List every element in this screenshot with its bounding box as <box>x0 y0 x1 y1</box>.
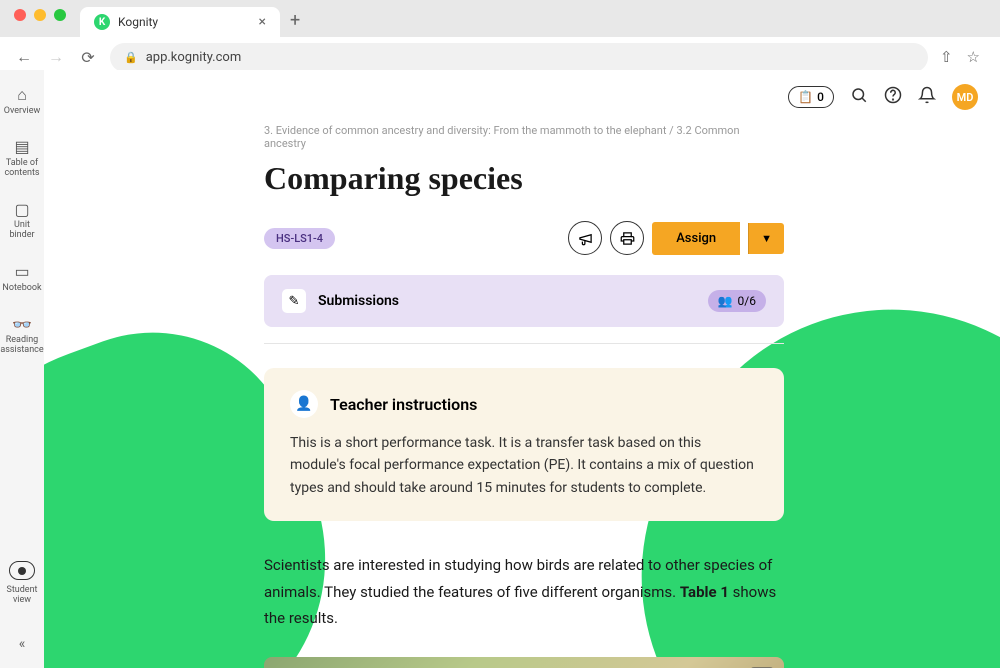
bell-icon[interactable] <box>918 86 936 109</box>
content-image: ⤢ <box>264 657 784 668</box>
bookmark-icon[interactable]: ☆ <box>967 48 980 66</box>
sidebar-label: Table of contents <box>4 159 39 179</box>
submissions-count-badge: 👥 0/6 <box>708 290 766 312</box>
print-icon <box>620 231 635 246</box>
body-text-bold: Table 1 <box>680 583 729 601</box>
sidebar-item-overview[interactable]: ⌂ Overview <box>4 86 40 116</box>
app-area: ⌂ Overview ▤ Table of contents ▢ Unit bi… <box>0 70 1000 668</box>
standard-tag[interactable]: HS-LS1-4 <box>264 228 335 249</box>
browser-chrome: K Kognity × + ← → ⟳ 🔒 app.kognity.com ⇧ … <box>0 0 1000 70</box>
tag-row: HS-LS1-4 Assign ▼ <box>264 221 784 255</box>
address-actions: ⇧ ☆ <box>940 48 986 66</box>
collapse-sidebar-button[interactable]: « <box>19 636 26 652</box>
close-window-button[interactable] <box>14 9 26 21</box>
url-input[interactable]: 🔒 app.kognity.com <box>110 43 928 72</box>
sidebar: ⌂ Overview ▤ Table of contents ▢ Unit bi… <box>0 70 44 668</box>
people-icon: 👥 <box>718 294 733 308</box>
glasses-icon: 👓 <box>12 316 32 334</box>
home-icon: ⌂ <box>17 86 27 104</box>
cart-count: 0 <box>817 90 824 104</box>
share-icon[interactable]: ⇧ <box>940 48 953 66</box>
edit-icon: ✎ <box>282 289 306 313</box>
reload-button[interactable]: ⟳ <box>78 48 98 67</box>
sidebar-label: Overview <box>4 107 40 117</box>
submissions-count: 0/6 <box>738 294 756 308</box>
tab-bar: K Kognity × + <box>0 7 1000 37</box>
forward-button[interactable]: → <box>46 47 66 67</box>
submissions-label: Submissions <box>318 293 399 309</box>
search-icon[interactable] <box>850 86 868 109</box>
sidebar-label: Student view <box>6 586 37 606</box>
assign-button[interactable]: Assign <box>652 222 740 255</box>
url-text: app.kognity.com <box>146 50 242 65</box>
list-icon: ▤ <box>14 138 29 156</box>
assign-dropdown-button[interactable]: ▼ <box>748 223 784 254</box>
help-icon[interactable] <box>884 86 902 109</box>
body-paragraph: Scientists are interested in studying ho… <box>264 553 784 633</box>
toggle-icon <box>9 561 35 580</box>
megaphone-icon <box>578 231 593 246</box>
instructions-box: 👤 Teacher instructions This is a short p… <box>264 368 784 521</box>
sidebar-student-view[interactable]: Student view <box>6 561 37 606</box>
announce-button[interactable] <box>568 221 602 255</box>
sidebar-label: Reading assistance <box>0 336 43 356</box>
avatar-initials: MD <box>957 91 974 104</box>
maximize-window-button[interactable] <box>54 9 66 21</box>
teacher-icon: 👤 <box>290 390 318 418</box>
print-button[interactable] <box>610 221 644 255</box>
tab-favicon: K <box>94 14 110 30</box>
sidebar-label: Unit binder <box>9 221 34 241</box>
browser-tab[interactable]: K Kognity × <box>80 7 280 37</box>
page-title: Comparing species <box>264 160 784 197</box>
divider <box>264 343 784 344</box>
clipboard-icon: 📋 <box>798 90 813 104</box>
new-tab-button[interactable]: + <box>280 4 310 37</box>
instructions-title: Teacher instructions <box>330 395 477 414</box>
folder-icon: ▢ <box>14 201 29 219</box>
sidebar-item-reading[interactable]: 👓 Reading assistance <box>0 316 43 356</box>
tab-close-icon[interactable]: × <box>259 14 266 30</box>
instructions-body: This is a short performance task. It is … <box>290 432 758 499</box>
lock-icon: 🔒 <box>124 51 138 64</box>
content: 3. Evidence of common ancestry and diver… <box>44 124 844 668</box>
minimize-window-button[interactable] <box>34 9 46 21</box>
breadcrumb[interactable]: 3. Evidence of common ancestry and diver… <box>264 124 784 150</box>
main-content: 📋 0 MD 3. Evidence of common ancestry an… <box>44 70 1000 668</box>
sidebar-label: Notebook <box>2 284 41 294</box>
assignments-badge[interactable]: 📋 0 <box>788 86 834 108</box>
back-button[interactable]: ← <box>14 47 34 67</box>
avatar[interactable]: MD <box>952 84 978 110</box>
top-bar: 📋 0 MD <box>44 70 1000 124</box>
page-actions: Assign ▼ <box>568 221 784 255</box>
notebook-icon: ▭ <box>14 263 29 281</box>
sidebar-item-binder[interactable]: ▢ Unit binder <box>9 201 34 241</box>
submissions-panel[interactable]: ✎ Submissions 👥 0/6 <box>264 275 784 327</box>
sidebar-item-toc[interactable]: ▤ Table of contents <box>4 138 39 178</box>
tab-title: Kognity <box>118 15 251 29</box>
sidebar-item-notebook[interactable]: ▭ Notebook <box>2 263 41 293</box>
